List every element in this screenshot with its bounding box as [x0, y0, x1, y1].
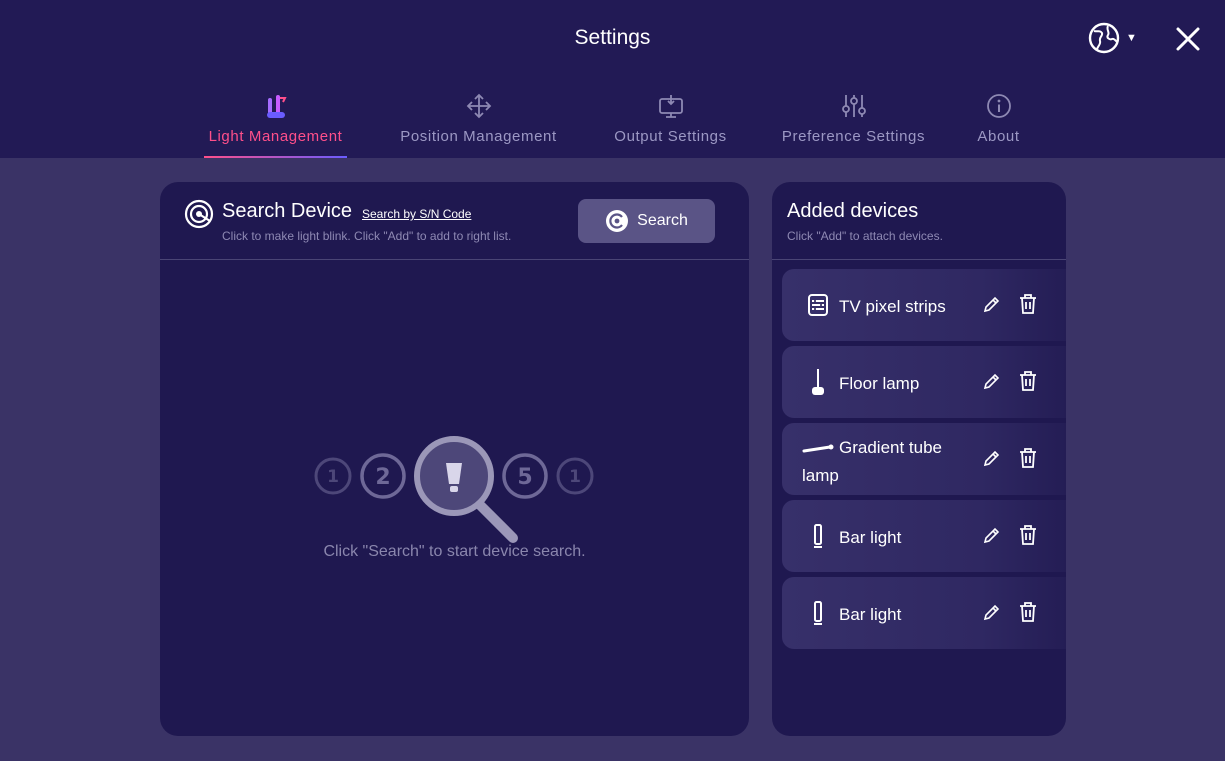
- panel-title: Search Device: [222, 200, 353, 222]
- tab-label: About: [977, 128, 1020, 145]
- list-item[interactable]: Gradient tube lamp: [782, 423, 1066, 495]
- search-device-panel: Search Device Search by S/N Code Click t…: [160, 182, 749, 736]
- search-button-label: Search: [637, 212, 688, 229]
- language-selector[interactable]: ▼: [1088, 22, 1144, 54]
- list-item[interactable]: TV pixel strips: [782, 269, 1066, 341]
- tab-label: Output Settings: [614, 128, 727, 145]
- edit-icon[interactable]: [982, 371, 1002, 391]
- svg-text:5: 5: [517, 465, 532, 490]
- search-device-header: Search Device Search by S/N Code Click t…: [160, 182, 749, 260]
- tab-label: Position Management: [400, 128, 557, 145]
- device-name: Floor lamp: [839, 374, 920, 393]
- sliders-icon: [840, 92, 868, 120]
- panel-hint: Click to make light blink. Click "Add" t…: [222, 229, 512, 243]
- device-search-illustration: 1 2 5 1: [314, 436, 594, 543]
- panel-hint: Click "Add" to attach devices.: [787, 229, 943, 243]
- trash-icon[interactable]: [1018, 524, 1038, 546]
- list-item[interactable]: Bar light: [782, 577, 1066, 649]
- list-item[interactable]: Floor lamp: [782, 346, 1066, 418]
- list-item[interactable]: Bar light: [782, 500, 1066, 572]
- added-devices-panel: Added devices Click "Add" to attach devi…: [772, 182, 1066, 736]
- added-devices-header: Added devices Click "Add" to attach devi…: [772, 182, 1066, 260]
- globe-icon: [1088, 22, 1120, 54]
- tab-bar: Light Management Position Management Out…: [0, 92, 1225, 158]
- trash-icon[interactable]: [1018, 293, 1038, 315]
- search-by-sn-link[interactable]: Search by S/N Code: [362, 207, 471, 221]
- svg-text:2: 2: [375, 465, 390, 490]
- edit-icon[interactable]: [982, 525, 1002, 545]
- edit-icon[interactable]: [982, 294, 1002, 314]
- tab-output-settings[interactable]: Output Settings: [610, 92, 731, 158]
- device-name: Bar light: [839, 605, 902, 624]
- move-arrows-icon: [465, 92, 493, 120]
- pixel-strip-icon: [804, 291, 832, 319]
- device-name: Bar light: [839, 528, 902, 547]
- bar-light-icon: [804, 599, 832, 627]
- trash-icon[interactable]: [1018, 370, 1038, 392]
- close-icon: [1176, 27, 1200, 51]
- search-spinner-icon: [606, 210, 629, 232]
- close-button[interactable]: [1173, 24, 1203, 54]
- edit-icon[interactable]: [982, 448, 1002, 468]
- svg-text:1: 1: [327, 467, 339, 487]
- tab-position-management[interactable]: Position Management: [395, 92, 562, 158]
- title-bar: Settings ▼ Light Management Position Man…: [0, 0, 1225, 158]
- tab-preference-settings[interactable]: Preference Settings: [779, 92, 928, 158]
- bar-light-icon: [804, 522, 832, 550]
- chevron-down-icon: ▼: [1126, 32, 1137, 44]
- tab-label: Light Management: [208, 128, 343, 145]
- window-title: Settings: [574, 26, 651, 49]
- active-tab-indicator: [204, 156, 347, 158]
- tab-label: Preference Settings: [781, 128, 926, 145]
- radar-icon: [184, 199, 214, 229]
- device-name: Gradient tube lamp: [802, 438, 943, 485]
- info-icon: [985, 92, 1013, 120]
- trash-icon[interactable]: [1018, 601, 1038, 623]
- svg-text:1: 1: [569, 467, 581, 487]
- tab-about[interactable]: About: [975, 92, 1022, 158]
- lamps-icon: [262, 92, 290, 120]
- search-button[interactable]: Search: [578, 199, 715, 243]
- tab-light-management[interactable]: Light Management: [204, 92, 347, 158]
- floor-lamp-icon: [804, 368, 832, 396]
- device-name: TV pixel strips: [839, 297, 946, 316]
- device-list: TV pixel strips Floor lamp Gradient tube…: [782, 269, 1066, 654]
- monitor-output-icon: [657, 92, 685, 120]
- trash-icon[interactable]: [1018, 447, 1038, 469]
- empty-state-text: Click "Search" to start device search.: [323, 543, 586, 560]
- panel-title: Added devices: [787, 200, 919, 222]
- edit-icon[interactable]: [982, 602, 1002, 622]
